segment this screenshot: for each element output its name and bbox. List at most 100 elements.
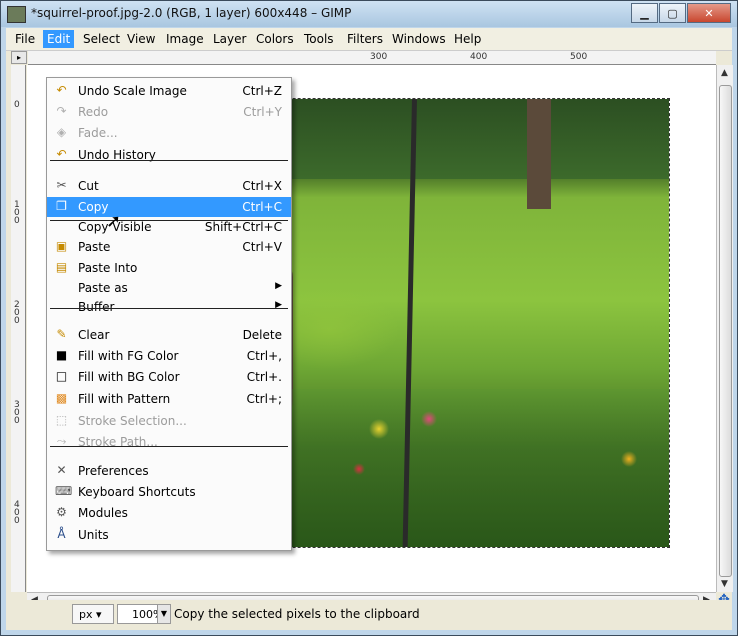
status-message: Copy the selected pixels to the clipboar… xyxy=(174,607,420,621)
menu-item-paste[interactable]: ▣ Paste Ctrl+V xyxy=(47,237,291,257)
ruler-left-label: 200 xyxy=(14,300,20,326)
menu-item-stroke-selection[interactable]: ⬚ Stroke Selection... xyxy=(47,411,291,431)
menu-item-shortcut: Ctrl+Z xyxy=(242,84,282,98)
ruler-left-label: 400 xyxy=(14,500,20,526)
menu-windows[interactable]: Windows xyxy=(392,32,446,46)
menu-item-shortcut: Ctrl+; xyxy=(246,392,282,406)
menu-image[interactable]: Image xyxy=(166,32,204,46)
menu-item-shortcut: Delete xyxy=(242,328,282,342)
menu-separator xyxy=(50,308,288,309)
menu-item-label: Stroke Selection... xyxy=(78,414,187,428)
fg-color-icon: ■ xyxy=(55,348,68,362)
menu-filters[interactable]: Filters xyxy=(347,32,383,46)
menu-item-stroke-path[interactable]: ⤳ Stroke Path... xyxy=(47,432,291,452)
scroll-up-arrow-icon[interactable]: ▲ xyxy=(721,68,728,78)
stroke-selection-icon: ⬚ xyxy=(55,413,68,427)
menu-item-shortcut: Ctrl+V xyxy=(242,240,282,254)
pattern-icon: ▩ xyxy=(55,391,68,405)
gimp-window: *squirrel-proof.jpg-2.0 (RGB, 1 layer) 6… xyxy=(0,0,738,636)
preferences-icon: ✕ xyxy=(56,463,67,477)
menu-item-shortcut: Ctrl+Y xyxy=(243,105,282,119)
menu-item-modules[interactable]: ⚙ Modules xyxy=(47,503,291,523)
menu-item-label: Units xyxy=(78,528,109,542)
menu-item-undo-history[interactable]: ↶ Undo History xyxy=(47,145,291,165)
menu-item-label: Keyboard Shortcuts xyxy=(78,485,196,499)
scroll-down-arrow-icon[interactable]: ▼ xyxy=(721,579,728,589)
menu-item-fill-with-bg-color[interactable]: □ Fill with BG Color Ctrl+. xyxy=(47,367,291,387)
menu-item-label: Fill with Pattern xyxy=(78,392,171,406)
menu-item-shortcut: Ctrl+. xyxy=(246,370,282,384)
menu-layer[interactable]: Layer xyxy=(213,32,246,46)
ruler-left-label: 100 xyxy=(14,200,20,226)
menu-item-redo[interactable]: ↷ Redo Ctrl+Y xyxy=(47,102,291,122)
menu-item-undo-scale-image[interactable]: ↶ Undo Scale Image Ctrl+Z xyxy=(47,81,291,101)
menu-item-fade[interactable]: ◈ Fade... xyxy=(47,123,291,143)
menu-item-units[interactable]: Å Units xyxy=(47,525,291,545)
menu-separator xyxy=(50,220,288,221)
paste-into-icon: ▤ xyxy=(55,260,68,274)
vertical-ruler[interactable]: 0 100 200 300 400 xyxy=(11,65,26,592)
photo-tree-trunk xyxy=(527,99,551,209)
menu-item-shortcut: Ctrl+, xyxy=(246,349,282,363)
paste-icon: ▣ xyxy=(55,239,68,253)
menu-item-fill-with-pattern[interactable]: ▩ Fill with Pattern Ctrl+; xyxy=(47,389,291,409)
ruler-corner-button[interactable]: ▸ xyxy=(11,51,27,64)
fade-icon: ◈ xyxy=(56,125,67,139)
menu-file[interactable]: File xyxy=(15,32,35,46)
minimize-button[interactable]: ▁ xyxy=(631,3,658,23)
menu-item-paste-as[interactable]: Paste as ▶ xyxy=(47,278,291,298)
menu-item-cut[interactable]: ✂ Cut Ctrl+X xyxy=(47,176,291,196)
menu-view[interactable]: View xyxy=(127,32,155,46)
menu-tools[interactable]: Tools xyxy=(304,32,334,46)
scissors-icon: ✂ xyxy=(56,178,67,192)
menu-item-buffer[interactable]: Buffer ▶ xyxy=(47,297,291,317)
zoom-selector[interactable]: 100% ▼ xyxy=(117,604,171,624)
title-bar[interactable]: *squirrel-proof.jpg-2.0 (RGB, 1 layer) 6… xyxy=(1,1,737,27)
menu-item-fill-with-fg-color[interactable]: ■ Fill with FG Color Ctrl+, xyxy=(47,346,291,366)
menu-help[interactable]: Help xyxy=(454,32,481,46)
edit-menu: ↶ Undo Scale Image Ctrl+Z ↷ Redo Ctrl+Y ◈ Fade.… xyxy=(46,77,292,551)
menu-item-label: Paste as xyxy=(78,281,128,295)
menu-item-label: Preferences xyxy=(78,464,149,478)
close-button[interactable]: ✕ xyxy=(687,3,731,23)
menu-item-label: Cut xyxy=(78,179,99,193)
menu-item-paste-into[interactable]: ▤ Paste Into xyxy=(47,258,291,278)
menu-select[interactable]: Select xyxy=(83,32,120,46)
menu-item-label: Redo xyxy=(78,105,109,119)
copy-icon: ❐ xyxy=(56,199,67,213)
menu-item-label: Clear xyxy=(78,328,110,342)
menu-item-label: Fill with BG Color xyxy=(78,370,180,384)
ruler-top-label: 400 xyxy=(470,52,488,62)
client-area: File Edit Select View Image Layer Colors… xyxy=(6,28,733,630)
clear-icon: ✎ xyxy=(56,327,67,341)
unit-value: px xyxy=(79,608,93,621)
menu-colors[interactable]: Colors xyxy=(256,32,294,46)
menu-item-preferences[interactable]: ✕ Preferences xyxy=(47,461,291,481)
horizontal-ruler[interactable]: 300 400 500 xyxy=(28,51,716,65)
menu-item-copy[interactable]: ❐ Copy Ctrl+C xyxy=(47,197,291,217)
menu-item-label: Modules xyxy=(78,506,128,520)
chevron-down-icon[interactable]: ▼ xyxy=(157,605,170,623)
modules-icon: ⚙ xyxy=(56,505,67,519)
menu-item-label: Fade... xyxy=(78,126,118,140)
keyboard-icon: ⌨ xyxy=(55,484,73,498)
ruler-top-label: 300 xyxy=(370,52,388,62)
menu-item-label: Undo Scale Image xyxy=(78,84,187,98)
menu-edit[interactable]: Edit xyxy=(43,30,75,48)
menu-item-shortcut: Ctrl+X xyxy=(242,179,282,193)
menu-item-label: Fill with FG Color xyxy=(78,349,179,363)
vertical-scrollbar[interactable]: ▲ ▼ xyxy=(716,65,733,592)
menu-item-label: Paste Into xyxy=(78,261,138,275)
maximize-button[interactable]: ▢ xyxy=(659,3,686,23)
vertical-scroll-thumb[interactable] xyxy=(719,85,732,577)
window-title: *squirrel-proof.jpg-2.0 (RGB, 1 layer) 6… xyxy=(31,6,352,20)
undo-icon: ↶ xyxy=(56,83,67,97)
unit-selector[interactable]: px ▾ xyxy=(72,604,114,624)
menu-item-clear[interactable]: ✎ Clear Delete xyxy=(47,325,291,345)
menu-bar: File Edit Select View Image Layer Colors… xyxy=(6,28,732,51)
menu-item-keyboard-shortcuts[interactable]: ⌨ Keyboard Shortcuts xyxy=(47,482,291,502)
photo-flowers xyxy=(269,389,669,547)
bg-color-icon: □ xyxy=(55,369,68,383)
ruler-left-label: 0 xyxy=(14,100,20,110)
units-icon: Å xyxy=(57,527,66,541)
